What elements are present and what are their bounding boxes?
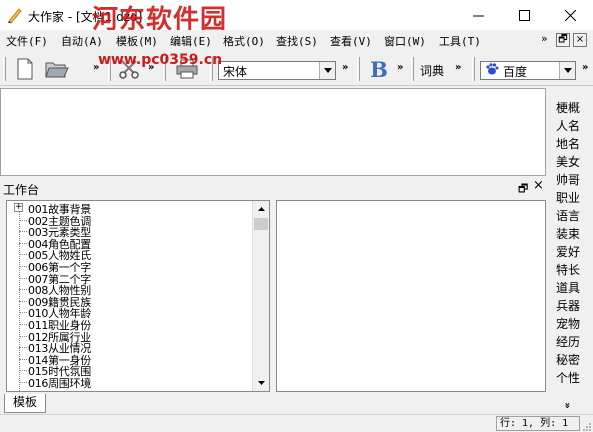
toolbar-chevron-1[interactable]: » xyxy=(93,62,100,73)
tree-connector xyxy=(19,370,27,372)
scroll-down-icon[interactable] xyxy=(253,375,269,391)
status-bar: 行: 1, 列: 1 xyxy=(0,414,593,432)
dict-item-handsome[interactable]: 帅哥 xyxy=(556,171,580,188)
close-button[interactable] xyxy=(547,0,593,30)
dictionary-panel: 梗概 人名 地名 美女 帅哥 职业 语言 装束 爱好 特长 道具 兵器 宠物 经… xyxy=(547,88,593,414)
tree-connector xyxy=(19,312,27,314)
app-icon[interactable] xyxy=(6,6,24,24)
menu-format[interactable]: 格式(O) xyxy=(223,33,265,49)
menu-bar: 文件(F) 自动(A) 模板(M) 编辑(E) 格式(O) 查找(S) 查看(V… xyxy=(0,30,593,52)
tree-connector xyxy=(19,254,27,256)
menu-file[interactable]: 文件(F) xyxy=(6,33,48,49)
chevron-down-icon[interactable] xyxy=(559,62,575,79)
font-family-value: 宋体 xyxy=(223,65,248,79)
tree-connector xyxy=(19,277,27,279)
search-engine-select[interactable]: 百度 xyxy=(480,61,576,80)
dict-item-profession[interactable]: 职业 xyxy=(556,189,580,206)
open-folder-button[interactable] xyxy=(44,56,70,82)
tree-connector xyxy=(19,347,27,349)
mdi-close-button[interactable]: × xyxy=(573,33,587,47)
menu-overflow-chevron[interactable]: » xyxy=(541,32,548,45)
toolbar: » » 宋体 » B » 词典 » 百度 » xyxy=(0,53,593,86)
dict-item-pets[interactable]: 宠物 xyxy=(556,315,580,332)
menu-search[interactable]: 查找(S) xyxy=(276,33,318,49)
minimize-icon xyxy=(472,15,484,16)
tree-connector xyxy=(19,266,27,267)
tree-connector xyxy=(19,219,27,221)
new-document-icon xyxy=(17,58,33,80)
workbench-close-button[interactable]: × xyxy=(533,178,544,193)
dict-item-language[interactable]: 语言 xyxy=(556,207,580,224)
maximize-button[interactable] xyxy=(501,0,547,30)
dict-item-personality[interactable]: 个性 xyxy=(556,369,580,386)
toolbar-grip[interactable] xyxy=(3,57,6,81)
dict-item-attire[interactable]: 装束 xyxy=(556,225,580,242)
baidu-paw-icon xyxy=(485,62,499,79)
template-tree[interactable]: + 001故事背景 002主题色调 003元素类型 004角色配置 005人物姓氏 006… xyxy=(6,200,270,392)
dict-item-place-name[interactable]: 地名 xyxy=(556,135,580,152)
scroll-up-icon[interactable] xyxy=(253,201,269,217)
document-editor[interactable] xyxy=(0,88,546,176)
tree-connector xyxy=(19,382,27,383)
bold-icon: B xyxy=(370,56,388,82)
resize-grip-icon[interactable] xyxy=(582,421,592,431)
cursor-position: 行: 1, 列: 1 xyxy=(496,416,580,431)
tab-templates[interactable]: 模板 xyxy=(4,394,46,413)
tree-connector xyxy=(19,231,27,233)
menu-auto[interactable]: 自动(A) xyxy=(61,33,103,49)
dict-item-props[interactable]: 道具 xyxy=(556,279,580,296)
template-preview-pane[interactable] xyxy=(276,200,546,392)
workbench-float-button[interactable]: 🗗 xyxy=(518,180,528,199)
toolbar-chevron-3[interactable]: » xyxy=(342,62,349,73)
dict-item-person-name[interactable]: 人名 xyxy=(556,117,580,134)
dict-item-experience[interactable]: 经历 xyxy=(556,333,580,350)
new-document-button[interactable] xyxy=(12,56,38,82)
tree-connector xyxy=(19,300,27,302)
tree-item-label: 016周围环境 xyxy=(28,377,91,390)
toolbar-chevron-4[interactable]: » xyxy=(397,62,404,73)
bold-button[interactable]: B xyxy=(366,56,392,82)
dict-item-hobby[interactable]: 爱好 xyxy=(556,243,580,260)
toolbar-grip[interactable] xyxy=(357,57,360,81)
menu-view[interactable]: 查看(V) xyxy=(330,33,372,49)
mdi-restore-button[interactable]: 🗗 xyxy=(556,33,570,47)
minimize-button[interactable] xyxy=(455,0,501,30)
workbench-tabs: 模板 xyxy=(0,394,546,414)
toolbar-grip[interactable] xyxy=(411,57,414,81)
menu-tools[interactable]: 工具(T) xyxy=(439,33,481,49)
tree-item[interactable]: 016周围环境 xyxy=(7,376,253,390)
dict-item-specialty[interactable]: 特长 xyxy=(556,261,580,278)
chevron-down-icon[interactable] xyxy=(319,62,335,79)
close-icon xyxy=(564,9,576,21)
toolbar-grip[interactable] xyxy=(472,57,475,81)
menu-window[interactable]: 窗口(W) xyxy=(384,33,426,49)
menu-edit[interactable]: 编辑(E) xyxy=(170,33,212,49)
font-family-select[interactable]: 宋体 xyxy=(218,61,336,80)
dict-item-weapons[interactable]: 兵器 xyxy=(556,297,580,314)
tree-connector xyxy=(19,335,27,337)
menu-template[interactable]: 模板(M) xyxy=(116,33,158,49)
title-bar: 大作家 - [文档1.dzd] 河东软件园 xyxy=(0,0,593,35)
scroll-thumb[interactable] xyxy=(254,218,268,230)
chevron-down-icon[interactable]: » xyxy=(562,402,573,408)
toolbar-chevron-6[interactable]: » xyxy=(582,62,589,73)
workbench-header: 工作台 🗗 × xyxy=(0,178,546,197)
open-folder-icon xyxy=(45,62,69,78)
dict-item-synopsis[interactable]: 梗概 xyxy=(556,99,580,116)
tree-connector xyxy=(19,289,27,291)
maximize-icon xyxy=(518,9,530,21)
tree-connector xyxy=(19,324,27,325)
watermark-url: www.pc0359.cn xyxy=(98,52,223,68)
search-engine-value: 百度 xyxy=(503,65,528,79)
tree-connector xyxy=(19,358,27,360)
dictionary-button[interactable]: 词典 xyxy=(420,62,444,79)
dict-item-secret[interactable]: 秘密 xyxy=(556,351,580,368)
toolbar-chevron-5[interactable]: » xyxy=(455,62,462,73)
workbench-title: 工作台 xyxy=(3,183,40,197)
dict-item-beauty[interactable]: 美女 xyxy=(556,153,580,170)
tree-connector xyxy=(19,242,27,244)
tree-scrollbar[interactable] xyxy=(252,201,269,391)
